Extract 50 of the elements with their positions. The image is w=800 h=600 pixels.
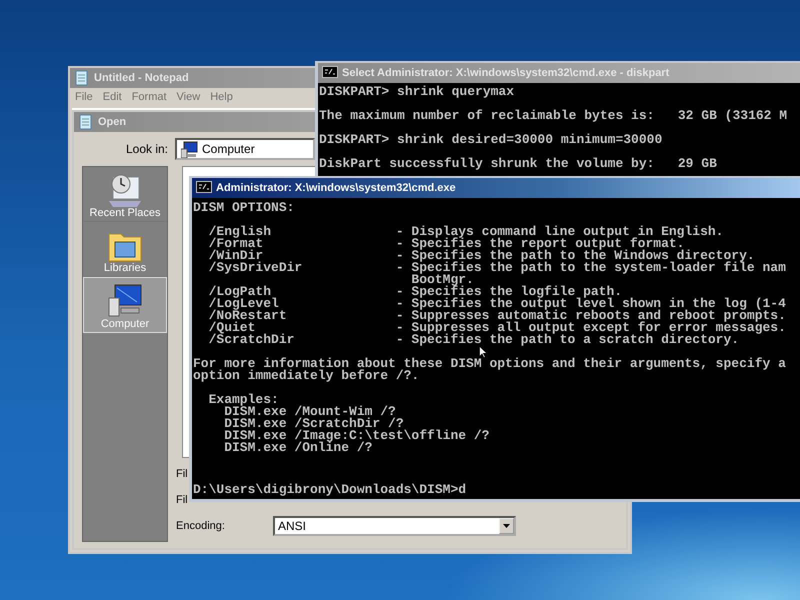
command-prompt[interactable]: D:\Users\digibrony\Downloads\DISM>d: [193, 484, 466, 496]
console-line: /English - Displays command line output in English.: [208, 226, 724, 238]
console-line: DISM.exe /Online /?: [223, 442, 372, 454]
look-in-dropdown[interactable]: Computer: [175, 138, 315, 160]
console-line: /SysDriveDir - Specifies the path to the system-loader file nam: [208, 262, 786, 274]
console-line: Examples:: [208, 394, 279, 406]
console-line: The maximum number of reclaimable bytes is: 32 GB (33162 M: [319, 110, 788, 122]
console-line: DISM.exe /Mount-Wim /?: [224, 406, 396, 418]
notepad-icon: [74, 70, 90, 86]
menu-item[interactable]: Help: [210, 91, 233, 103]
encoding-dropdown[interactable]: ANSI: [272, 516, 516, 536]
menu-item[interactable]: View: [176, 91, 200, 103]
window-title: Administrator: X:\windows\system32\cmd.exe: [216, 182, 456, 194]
places-item[interactable]: Computer: [83, 277, 167, 333]
places-item[interactable]: Recent Places: [83, 167, 167, 222]
field-label: Fil: [176, 493, 188, 508]
console-line: DISKPART> shrink querymax: [319, 86, 514, 98]
console-line: /NoRestart - Suppresses automatic reboots and reboot prompts.: [208, 310, 786, 322]
console-line: option immediately before /?.: [193, 370, 420, 382]
field-label: Fil: [176, 467, 188, 482]
console-line: /Quiet - Suppresses all output except for error messages.: [208, 322, 786, 334]
menu-item[interactable]: Edit: [102, 91, 122, 103]
menu-item[interactable]: Format: [132, 91, 167, 103]
window-title: Untitled - Notepad: [94, 72, 189, 84]
terminal-icon: [196, 180, 212, 196]
console-line: DiskPart successfully shrunk the volume by: 29 GB: [319, 158, 717, 170]
notepad-icon: [78, 114, 94, 130]
menu-item[interactable]: File: [75, 91, 93, 103]
console-line: /LogPath - Specifies the logfile path.: [208, 286, 622, 298]
window-title: Open: [98, 116, 126, 128]
console-line: DISM OPTIONS:: [193, 202, 294, 214]
caret-icon: [502, 524, 510, 528]
encoding-label: Encoding:: [176, 520, 225, 532]
look-in-label: Look in:: [124, 142, 168, 156]
console-line: /WinDir - Specifies the path to the Windows directory.: [208, 250, 755, 262]
console-line: For more information about these DISM options and their arguments, specify a: [193, 358, 786, 370]
window-title: Select Administrator: X:\windows\system32\cmd.exe - diskpart: [342, 67, 670, 79]
dropdown-button[interactable]: [498, 518, 514, 534]
console-line: BootMgr.: [410, 274, 474, 286]
computer-icon: [107, 282, 143, 318]
terminal-icon: [322, 65, 338, 81]
console-line: DISKPART> shrink desired=30000 minimum=30000: [319, 134, 662, 146]
console-line: /LogLevel - Specifies the output level shown in the log (1-4: [208, 298, 786, 310]
console-line: /ScratchDir - Specifies the path to a scratch directory.: [208, 334, 740, 346]
places-item[interactable]: Libraries: [83, 222, 167, 277]
computer-icon: [181, 140, 198, 158]
pointer-icon: [479, 346, 487, 358]
console-line: DISM.exe /Image:C:\test\offline /?: [223, 430, 490, 442]
console-line: DISM.exe /ScratchDir /?: [223, 418, 404, 430]
console-line: /Format - Specifies the report output format.: [208, 238, 684, 250]
